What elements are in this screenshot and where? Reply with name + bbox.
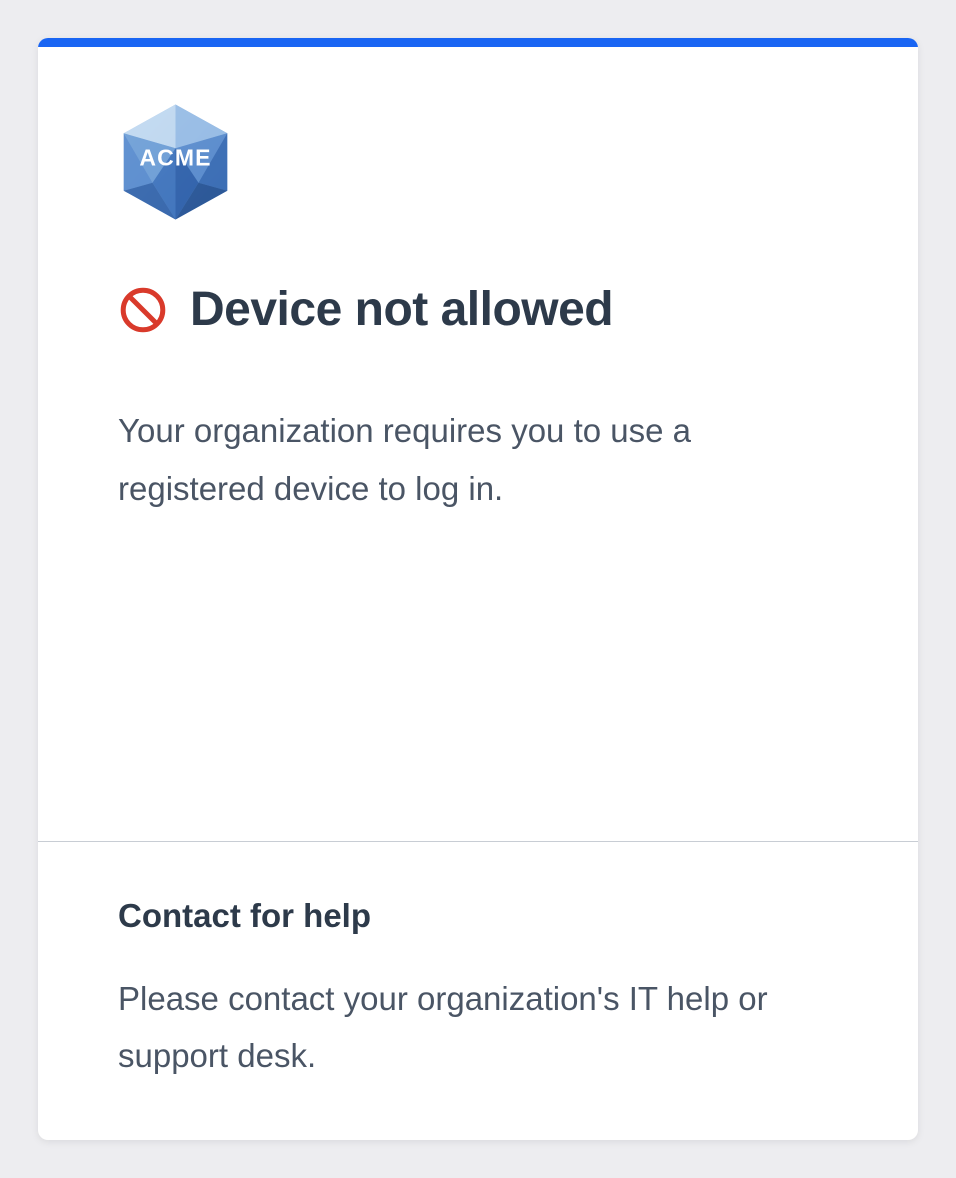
error-message: Your organization requires you to use a … [118,402,838,518]
card-accent-bar [38,38,918,47]
error-card: ACME Device not allowed Your organizatio… [38,38,918,1140]
card-main-section: ACME Device not allowed Your organizatio… [38,47,918,841]
brand-logo: ACME [118,102,233,222]
help-heading: Contact for help [118,897,838,935]
prohibit-icon [118,285,168,335]
brand-logo-text: ACME [139,144,211,170]
help-message: Please contact your organization's IT he… [118,970,838,1086]
error-title: Device not allowed [190,282,613,337]
error-heading-row: Device not allowed [118,282,838,337]
card-footer-section: Contact for help Please contact your org… [38,841,918,1141]
